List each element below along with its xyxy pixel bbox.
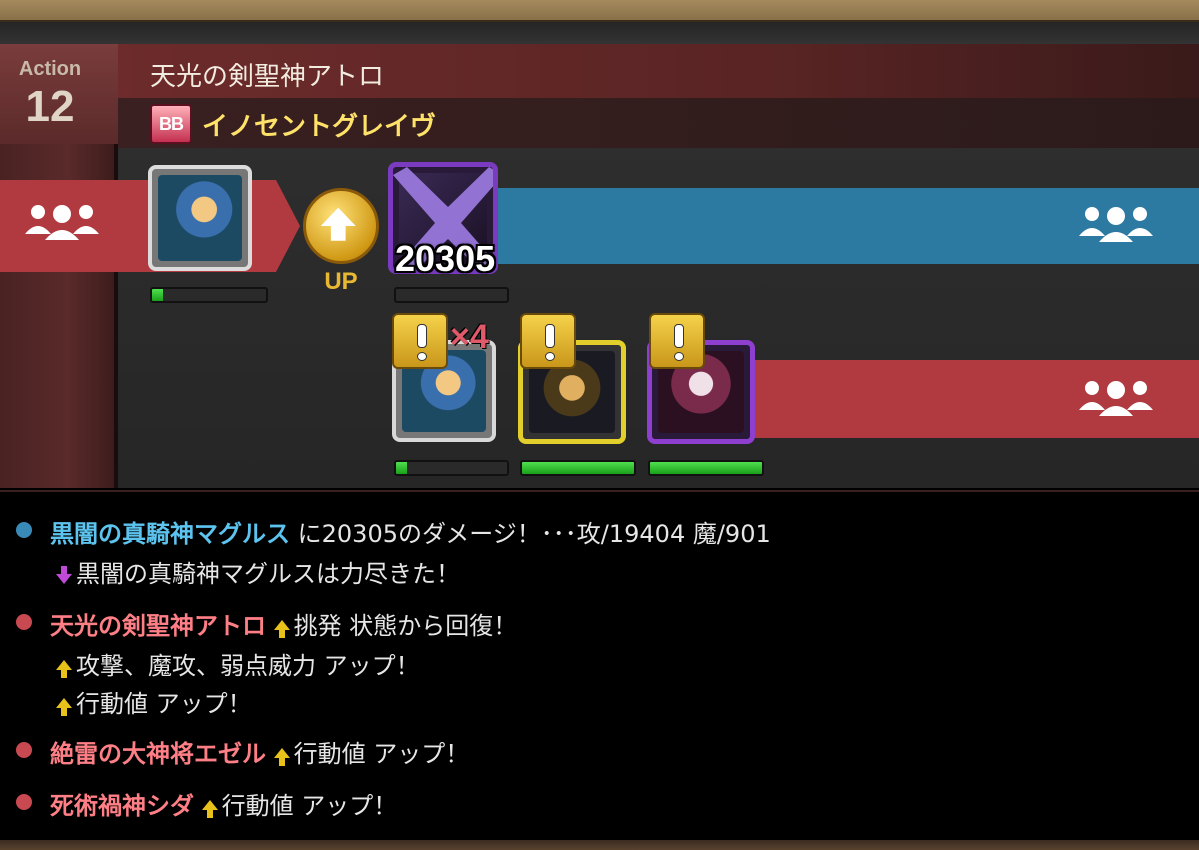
exclamation-icon [392,313,448,369]
arrow-up-icon [273,748,290,766]
hit-multiplier: ×4 [450,318,489,356]
arrow-up-icon [56,660,72,678]
log-bullet [16,614,32,630]
up-button[interactable] [303,188,379,264]
skill-name: イノセントグレイヴ [202,112,437,142]
top-strip [0,22,1199,44]
log-unit-name: 死術禍神シダ [50,792,194,820]
log-text: 行動値 アップ！ [221,792,398,820]
top-frame [0,0,1199,22]
party-icon [1079,381,1153,416]
log-unit-name: 絶雷の大神将エゼル [50,740,266,768]
log-bullet [16,794,32,810]
hp-fill [522,462,634,474]
log-subentry: 行動値 アップ！ [56,684,252,719]
log-entry: 黒闇の真騎神マグルス に20305のダメージ！･･･攻/19404 魔/901 [50,514,771,549]
log-bullet [16,742,32,758]
log-text: に20305のダメージ！･･･攻/19404 魔/901 [297,520,771,548]
acting-unit-portrait[interactable] [148,165,252,271]
log-entry: 天光の剣聖神アトロ 挑発 状態から回復！ [50,606,517,641]
bb-badge: BB [150,104,192,144]
acting-unit-name: 天光の剣聖神アトロ [150,62,385,92]
exclamation-icon [520,313,576,369]
log-subentry: 攻撃、魔攻、弱点威力 アップ！ [56,646,420,681]
log-text: 行動値 アップ！ [76,690,252,718]
log-subentry: 黒闇の真騎神マグルスは力尽きた！ [56,554,460,589]
arrow-up-icon [56,698,72,716]
log-unit-name: 天光の剣聖神アトロ [50,612,266,640]
arrow-up-icon [320,207,356,241]
log-text: 黒闇の真騎神マグルスは力尽きた！ [76,560,460,588]
hp-fill [650,462,762,474]
hp-fill [152,289,164,301]
log-text: 攻撃、魔攻、弱点威力 アップ！ [76,652,420,680]
hp-bar [150,287,268,303]
log-text: 行動値 アップ！ [293,740,470,768]
arrow-down-icon [56,566,72,584]
party-icon [1079,207,1153,242]
bottom-frame [0,840,1199,850]
hp-bar [394,460,509,476]
arrow-up-icon [201,800,218,818]
hp-bar [648,460,764,476]
log-entry: 絶雷の大神将エゼル 行動値 アップ！ [50,734,469,769]
unit-art [158,175,242,261]
exclamation-icon [649,313,705,369]
party-icon [25,205,99,240]
hp-fill [396,462,408,474]
log-unit-name: 黒闇の真騎神マグルス [50,520,290,548]
hp-bar [394,287,509,303]
arrow-up-icon [273,620,290,638]
up-label: UP [324,268,358,295]
action-label: Action [18,58,82,80]
log-bullet [16,522,32,538]
hp-bar [520,460,636,476]
damage-number: 20305 [395,238,496,279]
log-text: 挑発 状態から回復！ [293,612,518,640]
log-entry: 死術禍神シダ 行動値 アップ！ [50,786,397,821]
action-number: 12 [25,82,75,131]
